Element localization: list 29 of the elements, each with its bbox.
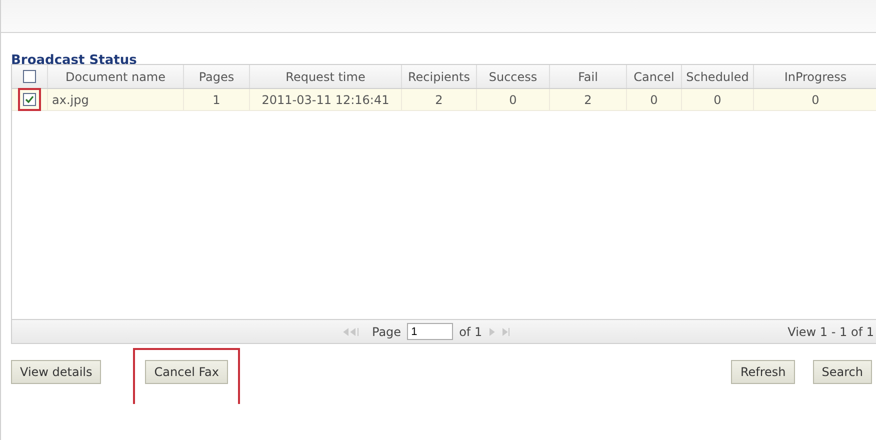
page-label: Page [372, 324, 402, 338]
page-count: of 1 [459, 324, 482, 338]
column-header[interactable]: InProgress [754, 65, 876, 88]
section-title: Broadcast Status [10, 52, 138, 64]
record-count: View 1 - 1 of 1 [788, 324, 874, 338]
table-cell: 2 [402, 89, 477, 110]
column-header[interactable]: Request time [250, 65, 402, 88]
page-input[interactable]: 1 [407, 323, 454, 340]
table-cell: ax.jpg [48, 89, 184, 110]
view-details-button[interactable]: View details [11, 360, 102, 384]
table-cell: 0 [754, 89, 876, 110]
table-cell: 2 [550, 89, 627, 110]
table-cell: 0 [627, 89, 682, 110]
checkbox[interactable] [23, 93, 36, 106]
column-header[interactable]: Document name [48, 65, 184, 88]
column-header[interactable]: Pages [184, 65, 250, 88]
column-header[interactable]: Fail [550, 65, 627, 88]
table-cell: 0 [477, 89, 550, 110]
column-header[interactable]: Scheduled [682, 65, 754, 88]
table-cell: 2011-03-11 12:16:41 [250, 89, 402, 110]
search-button[interactable]: Search [812, 360, 872, 384]
table-cell: 0 [682, 89, 754, 110]
column-header[interactable]: Cancel [627, 65, 682, 88]
column-header[interactable]: Recipients [402, 65, 477, 88]
table-cell: 1 [184, 89, 250, 110]
column-header[interactable]: Success [477, 65, 550, 88]
cancel-fax-button[interactable]: Cancel Fax [145, 360, 228, 384]
checkbox[interactable] [23, 70, 36, 83]
refresh-button[interactable]: Refresh [731, 360, 795, 384]
